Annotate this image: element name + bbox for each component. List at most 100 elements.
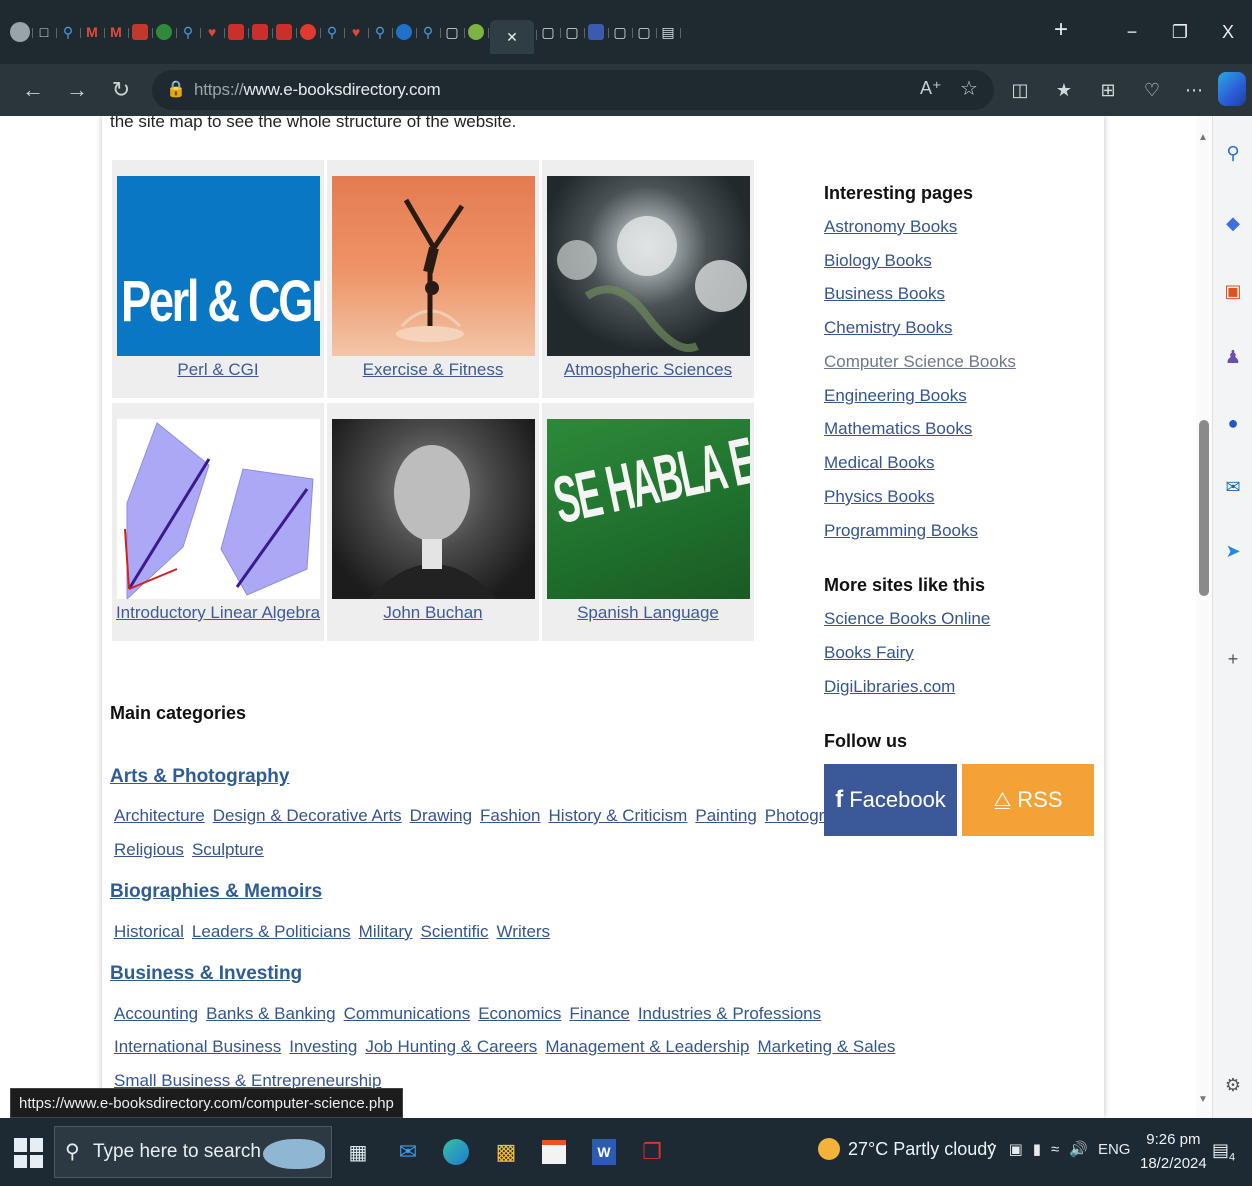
subcategory-link[interactable]: History & Criticism xyxy=(549,806,688,825)
sidebar-link-physics[interactable]: Physics Books xyxy=(824,487,935,507)
tab-window-icon[interactable]: ▤ xyxy=(658,18,681,46)
tray-chevron-icon[interactable]: ⌃ xyxy=(986,1140,999,1158)
sidebar-link-computer-science[interactable]: Computer Science Books xyxy=(824,352,1016,372)
tray-volume-icon[interactable]: 🔊 xyxy=(1069,1140,1088,1158)
subcategory-link[interactable]: Leaders & Politicians xyxy=(192,922,351,941)
subcategory-link[interactable]: Banks & Banking xyxy=(206,1004,335,1023)
atmospheric-thumbnail[interactable] xyxy=(547,176,750,356)
mail-app-icon[interactable]: ✉ xyxy=(390,1132,426,1172)
store-app-icon[interactable] xyxy=(536,1132,572,1172)
tray-language[interactable]: ENG xyxy=(1098,1141,1131,1158)
tab-blue-icon[interactable] xyxy=(394,18,417,46)
collections-icon[interactable]: ⊞ xyxy=(1094,76,1122,104)
close-button[interactable]: X xyxy=(1204,0,1252,64)
spanish-thumbnail[interactable]: SE HABLA ESPAÑO xyxy=(547,419,750,599)
tab-search-icon[interactable]: ⚲ xyxy=(178,18,201,46)
subcategory-link[interactable]: Writers xyxy=(497,922,551,941)
lock-icon[interactable]: 🔒 xyxy=(166,79,186,99)
subcategory-link[interactable]: International Business xyxy=(114,1037,281,1056)
tray-wifi-icon[interactable]: ≈ xyxy=(1051,1141,1059,1158)
subcategory-link[interactable]: Fashion xyxy=(480,806,540,825)
tab-green-icon[interactable] xyxy=(154,18,177,46)
sidebar-tools-icon[interactable]: ▣ xyxy=(1213,276,1252,306)
subcategory-link[interactable]: Design & Decorative Arts xyxy=(213,806,402,825)
sidebar-link-science-books-online[interactable]: Science Books Online xyxy=(824,609,990,629)
windows-start-icon[interactable] xyxy=(14,1138,44,1168)
back-icon[interactable]: ← xyxy=(16,74,50,106)
tab-heart-icon[interactable]: ♥ xyxy=(346,18,369,46)
tab-document-icon[interactable]: ▢ xyxy=(562,18,585,46)
tab-search-icon[interactable]: ⚲ xyxy=(418,18,441,46)
subcategory-link[interactable]: Investing xyxy=(289,1037,357,1056)
featured-card[interactable]: Perl & CGI Perl & CGI xyxy=(112,160,324,398)
subcategory-link[interactable]: Religious xyxy=(114,840,184,859)
category-biographies-memoirs[interactable]: Biographies & Memoirs xyxy=(110,881,322,903)
linear-algebra-thumbnail[interactable] xyxy=(117,419,320,599)
notification-center-icon[interactable]: ▤4 xyxy=(1212,1140,1235,1164)
url-text[interactable]: https://www.e-booksdirectory.com xyxy=(194,80,441,100)
address-bar[interactable]: 🔒 https://www.e-booksdirectory.com A⁺ ☆ xyxy=(152,70,994,110)
subcategory-link[interactable]: Industries & Professions xyxy=(638,1004,821,1023)
favorite-star-icon[interactable]: ☆ xyxy=(960,76,978,101)
tab-pdf-icon[interactable] xyxy=(226,18,249,46)
facebook-button[interactable]: f Facebook xyxy=(824,764,957,836)
file-explorer-icon[interactable]: ▩ xyxy=(488,1132,524,1172)
minimize-button[interactable]: − xyxy=(1108,0,1156,64)
tab-green-icon[interactable] xyxy=(466,18,489,46)
tab-red-icon[interactable] xyxy=(298,18,321,46)
scrollbar-thumb[interactable] xyxy=(1199,420,1209,596)
sidebar-link-programming[interactable]: Programming Books xyxy=(824,521,978,541)
tab-app-icon[interactable] xyxy=(130,18,153,46)
more-menu-icon[interactable]: ⋯ xyxy=(1180,76,1208,104)
word-app-icon[interactable]: W xyxy=(586,1132,622,1172)
subcategory-link[interactable]: Military xyxy=(359,922,413,941)
tray-meet-icon[interactable]: ▣ xyxy=(1009,1140,1023,1158)
sidebar-send-icon[interactable]: ➤ xyxy=(1213,536,1252,566)
subcategory-link[interactable]: Scientific xyxy=(421,922,489,941)
tray-battery-icon[interactable]: ▮ xyxy=(1033,1140,1041,1158)
weather-widget[interactable]: 27°C Partly cloudy xyxy=(818,1138,996,1160)
subcategory-link[interactable]: Economics xyxy=(478,1004,561,1023)
taskbar-search-box[interactable]: ⚲ Type here to search xyxy=(54,1126,332,1178)
scroll-up-icon[interactable]: ▲ xyxy=(1198,132,1208,143)
task-view-icon[interactable]: ▦ xyxy=(340,1132,376,1172)
featured-card[interactable]: Exercise & Fitness xyxy=(327,160,539,398)
featured-link[interactable]: Atmospheric Sciences xyxy=(542,360,754,380)
featured-card[interactable]: Introductory Linear Algebra xyxy=(112,403,324,641)
subcategory-link[interactable]: Sculpture xyxy=(192,840,264,859)
split-screen-icon[interactable]: ◫ xyxy=(1006,76,1034,104)
refresh-icon[interactable]: ↻ xyxy=(104,74,138,106)
scroll-down-icon[interactable]: ▼ xyxy=(1198,1094,1208,1105)
rss-button[interactable]: ⧋ RSS xyxy=(962,764,1094,836)
featured-link[interactable]: Perl & CGI xyxy=(112,360,324,380)
tab-actions-icon[interactable]: □ xyxy=(34,18,57,46)
perl-cgi-thumbnail[interactable]: Perl & CGI xyxy=(117,176,320,356)
category-arts-photography[interactable]: Arts & Photography xyxy=(110,766,289,788)
subcategory-link[interactable]: Marketing & Sales xyxy=(757,1037,895,1056)
sidebar-link-mathematics[interactable]: Mathematics Books xyxy=(824,419,972,439)
subcategory-link[interactable]: Historical xyxy=(114,922,184,941)
sidebar-search-icon[interactable]: ⚲ xyxy=(1213,138,1252,168)
subcategory-link[interactable]: Management & Leadership xyxy=(545,1037,749,1056)
tab-gmail-icon[interactable]: M xyxy=(82,18,105,46)
tab-document-icon[interactable]: ▢ xyxy=(442,18,465,46)
sidebar-link-biology[interactable]: Biology Books xyxy=(824,251,932,271)
tab-document-icon[interactable]: ▢ xyxy=(610,18,633,46)
featured-link[interactable]: John Buchan xyxy=(327,603,539,623)
sidebar-games-icon[interactable]: ♟ xyxy=(1213,342,1252,372)
featured-link[interactable]: Spanish Language xyxy=(542,603,754,623)
copilot-icon[interactable] xyxy=(1218,72,1246,106)
forward-icon[interactable]: → xyxy=(60,74,94,106)
subcategory-link[interactable]: Communications xyxy=(344,1004,471,1023)
sidebar-copilot-icon[interactable]: ● xyxy=(1213,408,1252,438)
page-scrollbar[interactable] xyxy=(1196,116,1212,1118)
read-aloud-icon[interactable]: A⁺ xyxy=(920,78,942,99)
tab-heart-icon[interactable]: ♥ xyxy=(202,18,225,46)
restore-button[interactable]: ❐ xyxy=(1156,0,1204,64)
edge-app-icon[interactable] xyxy=(438,1132,474,1172)
sidebar-link-engineering[interactable]: Engineering Books xyxy=(824,386,967,406)
subcategory-link[interactable]: Job Hunting & Careers xyxy=(365,1037,537,1056)
fitness-thumbnail[interactable] xyxy=(332,176,535,356)
sidebar-outlook-icon[interactable]: ✉ xyxy=(1213,472,1252,502)
subcategory-link[interactable]: Finance xyxy=(569,1004,629,1023)
